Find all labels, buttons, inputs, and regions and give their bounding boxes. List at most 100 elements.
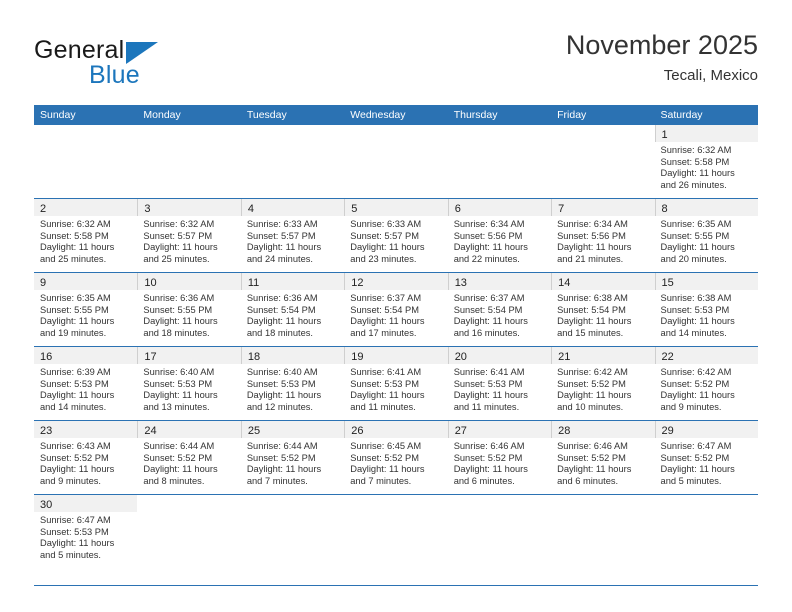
general-blue-logo[interactable]: General Blue [34, 36, 254, 92]
day-cell[interactable]: 6 Sunrise: 6:34 AM Sunset: 5:56 PM Daylight… [447, 199, 552, 272]
day-cell[interactable]: 2 Sunrise: 6:32 AM Sunset: 5:58 PM Daylight… [34, 199, 138, 272]
day-number-band: 30 [34, 495, 138, 512]
day-cell[interactable]: 24 Sunrise: 6:44 AM Sunset: 5:52 PM Dayligh… [137, 421, 241, 494]
day-number: 17 [144, 351, 157, 363]
day-sun-info: Sunrise: 6:42 AM Sunset: 5:52 PM Daylight:… [655, 364, 758, 417]
day-number-band: 29 [654, 421, 758, 438]
sunset-text: Sunset: 5:58 PM [660, 156, 730, 167]
day-number-band: 11 [240, 273, 345, 290]
day-number-band: 22 [654, 347, 758, 364]
day-number-band: 26 [344, 421, 448, 438]
sunrise-text: Sunrise: 6:35 AM [660, 219, 732, 229]
day-cell[interactable]: 30 Sunrise: 6:47 AM Sunset: 5:53 PM Dayligh… [34, 495, 138, 585]
day-cell[interactable]: 28 Sunrise: 6:46 AM Sunset: 5:52 PM Dayligh… [551, 421, 655, 494]
day-sun-info: Sunrise: 6:39 AM Sunset: 5:53 PM Daylight:… [34, 364, 137, 417]
day-cell[interactable]: 20 Sunrise: 6:41 AM Sunset: 5:53 PM Dayligh… [447, 347, 552, 420]
day-cell[interactable]: 15 Sunrise: 6:38 AM Sunset: 5:53 PM Dayligh… [654, 273, 758, 346]
daylight-text-line2: and 21 minutes. [557, 253, 624, 264]
day-cell[interactable]: 8 Sunrise: 6:35 AM Sunset: 5:55 PM Daylight… [654, 199, 758, 272]
day-cell[interactable]: 1 Sunrise: 6:32 AM Sunset: 5:58 PM Daylight… [654, 125, 758, 198]
day-number-band: 3 [137, 199, 241, 216]
daylight-text-line1: Daylight: 11 hours [350, 316, 425, 327]
day-cell[interactable]: 10 Sunrise: 6:36 AM Sunset: 5:55 PM Dayligh… [137, 273, 241, 346]
daylight-text-line2: and 8 minutes. [143, 475, 205, 486]
day-sun-info: Sunrise: 6:38 AM Sunset: 5:53 PM Daylight:… [655, 290, 758, 343]
daylight-text-line1: Daylight: 11 hours [557, 464, 632, 475]
sunset-text: Sunset: 5:53 PM [143, 378, 213, 389]
day-number-band: 2 [34, 199, 138, 216]
sunrise-text: Sunrise: 6:42 AM [660, 367, 732, 377]
day-cell[interactable]: 27 Sunrise: 6:46 AM Sunset: 5:52 PM Dayligh… [447, 421, 552, 494]
daylight-text-line1: Daylight: 11 hours [350, 464, 425, 475]
sunrise-text: Sunrise: 6:43 AM [40, 441, 111, 451]
day-cell[interactable]: 23 Sunrise: 6:43 AM Sunset: 5:52 PM Dayligh… [34, 421, 138, 494]
day-number-band: 18 [240, 347, 345, 364]
day-cell[interactable]: 16 Sunrise: 6:39 AM Sunset: 5:53 PM Dayligh… [34, 347, 138, 420]
day-cell[interactable]: 7 Sunrise: 6:34 AM Sunset: 5:56 PM Daylight… [551, 199, 655, 272]
sunset-text: Sunset: 5:52 PM [246, 452, 316, 463]
day-cell[interactable]: 22 Sunrise: 6:42 AM Sunset: 5:52 PM Dayligh… [654, 347, 758, 420]
daylight-text-line2: and 5 minutes. [660, 475, 722, 486]
daylight-text-line1: Daylight: 11 hours [40, 316, 115, 327]
daylight-text-line1: Daylight: 11 hours [660, 464, 735, 475]
daylight-text-line1: Daylight: 11 hours [40, 464, 115, 475]
calendar-week-row: 1 Sunrise: 6:32 AM Sunset: 5:58 PM Daylight… [34, 125, 758, 199]
sunrise-text: Sunrise: 6:35 AM [40, 293, 111, 303]
day-number: 6 [454, 203, 461, 215]
calendar-week-row: 30 Sunrise: 6:47 AM Sunset: 5:53 PM Dayligh… [34, 495, 758, 586]
daylight-text-line2: and 7 minutes. [350, 475, 412, 486]
weekday-header-monday: Monday [143, 109, 181, 121]
calendar-grid: Sunday Monday Tuesday Wednesday Thursday Frid… [34, 105, 758, 586]
day-cell[interactable]: 18 Sunrise: 6:40 AM Sunset: 5:53 PM Dayligh… [240, 347, 345, 420]
day-cell[interactable]: 9 Sunrise: 6:35 AM Sunset: 5:55 PM Daylight… [34, 273, 138, 346]
day-cell-empty [344, 495, 448, 585]
daylight-text-line1: Daylight: 11 hours [453, 316, 528, 327]
day-number-band: 24 [137, 421, 241, 438]
day-cell-empty [447, 495, 552, 585]
day-number-band [240, 495, 345, 512]
day-cell[interactable]: 26 Sunrise: 6:45 AM Sunset: 5:52 PM Dayligh… [344, 421, 448, 494]
day-cell[interactable]: 11 Sunrise: 6:36 AM Sunset: 5:54 PM Dayligh… [240, 273, 345, 346]
day-cell-empty [654, 495, 758, 585]
sunrise-text: Sunrise: 6:32 AM [40, 219, 111, 229]
day-cell[interactable]: 13 Sunrise: 6:37 AM Sunset: 5:54 PM Dayligh… [447, 273, 552, 346]
sunrise-text: Sunrise: 6:46 AM [453, 441, 525, 451]
day-number-band: 6 [447, 199, 552, 216]
day-sun-info: Sunrise: 6:42 AM Sunset: 5:52 PM Daylight:… [551, 364, 654, 417]
daylight-text-line2: and 19 minutes. [40, 327, 107, 338]
day-cell[interactable]: 21 Sunrise: 6:42 AM Sunset: 5:52 PM Dayligh… [551, 347, 655, 420]
day-cell[interactable]: 12 Sunrise: 6:37 AM Sunset: 5:54 PM Dayligh… [344, 273, 448, 346]
day-cell[interactable]: 17 Sunrise: 6:40 AM Sunset: 5:53 PM Dayligh… [137, 347, 241, 420]
sunset-text: Sunset: 5:54 PM [246, 304, 316, 315]
sunrise-text: Sunrise: 6:37 AM [453, 293, 525, 303]
daylight-text-line1: Daylight: 11 hours [557, 242, 632, 253]
daylight-text-line1: Daylight: 11 hours [246, 316, 322, 327]
day-number: 13 [454, 277, 467, 289]
daylight-text-line2: and 7 minutes. [246, 475, 308, 486]
day-cell[interactable]: 25 Sunrise: 6:44 AM Sunset: 5:52 PM Dayligh… [240, 421, 345, 494]
sunset-text: Sunset: 5:53 PM [40, 378, 109, 389]
day-number: 19 [351, 351, 364, 363]
sunset-text: Sunset: 5:54 PM [350, 304, 419, 315]
day-cell[interactable]: 29 Sunrise: 6:47 AM Sunset: 5:52 PM Dayligh… [654, 421, 758, 494]
daylight-text-line2: and 25 minutes. [143, 253, 210, 264]
day-cell[interactable]: 19 Sunrise: 6:41 AM Sunset: 5:53 PM Dayligh… [344, 347, 448, 420]
sunrise-text: Sunrise: 6:44 AM [143, 441, 215, 451]
day-cell[interactable]: 5 Sunrise: 6:33 AM Sunset: 5:57 PM Daylight… [344, 199, 448, 272]
sunset-text: Sunset: 5:52 PM [557, 452, 626, 463]
day-sun-info: Sunrise: 6:36 AM Sunset: 5:54 PM Daylight:… [241, 290, 344, 343]
daylight-text-line1: Daylight: 11 hours [40, 538, 115, 549]
day-cell[interactable]: 14 Sunrise: 6:38 AM Sunset: 5:54 PM Dayligh… [551, 273, 655, 346]
daylight-text-line1: Daylight: 11 hours [557, 316, 632, 327]
daylight-text-line2: and 14 minutes. [40, 401, 107, 412]
day-number-band: 4 [240, 199, 345, 216]
day-number-band [551, 495, 655, 512]
day-cell[interactable]: 4 Sunrise: 6:33 AM Sunset: 5:57 PM Daylight… [240, 199, 345, 272]
day-number-band: 20 [447, 347, 552, 364]
daylight-text-line1: Daylight: 11 hours [453, 242, 528, 253]
day-number: 9 [40, 277, 47, 289]
sunset-text: Sunset: 5:52 PM [350, 452, 419, 463]
daylight-text-line1: Daylight: 11 hours [660, 242, 735, 253]
sunrise-text: Sunrise: 6:38 AM [557, 293, 628, 303]
day-cell[interactable]: 3 Sunrise: 6:32 AM Sunset: 5:57 PM Daylight… [137, 199, 241, 272]
